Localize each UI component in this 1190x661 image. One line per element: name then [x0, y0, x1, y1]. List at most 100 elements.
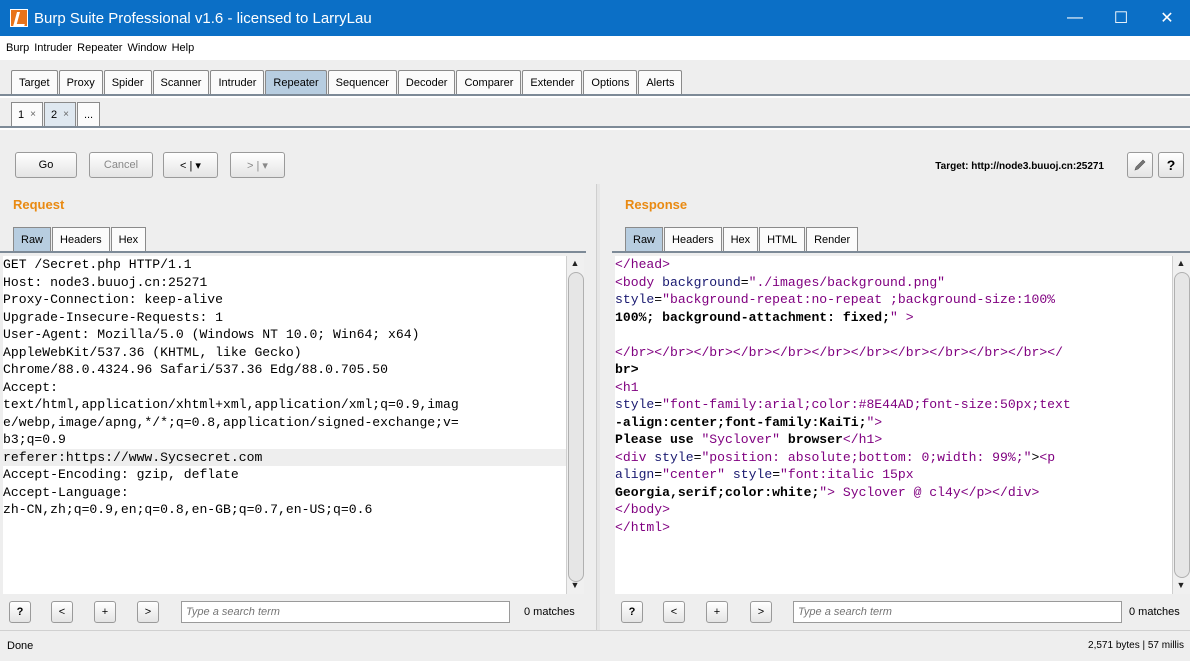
- burp-logo-icon: [10, 9, 28, 27]
- response-line: 100%; background-attachment: fixed;" >: [615, 309, 914, 325]
- response-line: [615, 326, 1172, 344]
- scroll-down-icon[interactable]: ▼: [567, 580, 583, 590]
- request-line: e/webp,image/apng,*/*;q=0.8,application/…: [3, 414, 459, 430]
- edit-target-button[interactable]: [1127, 152, 1153, 178]
- request-line: Proxy-Connection: keep-alive: [3, 292, 224, 307]
- menu-repeater[interactable]: Repeater: [77, 42, 122, 54]
- tab-comparer[interactable]: Comparer: [456, 70, 522, 94]
- close-tab-icon[interactable]: ×: [63, 109, 69, 120]
- tab-spider[interactable]: Spider: [103, 70, 152, 94]
- tab-options[interactable]: Options: [583, 70, 638, 94]
- request-search-help-button[interactable]: ?: [9, 601, 31, 623]
- menu-burp[interactable]: Burp: [6, 42, 29, 54]
- response-tab-render[interactable]: Render: [806, 227, 859, 251]
- response-line: style="font-family:arial;color:#8E44AD;f…: [615, 397, 1071, 412]
- request-line: Accept-Encoding: gzip, deflate: [3, 467, 239, 482]
- response-line: </body>: [615, 502, 671, 517]
- tab-alerts[interactable]: Alerts: [638, 70, 683, 94]
- response-scrollbar[interactable]: ▲ ▼: [1172, 256, 1190, 594]
- repeater-tab-new[interactable]: ...: [76, 102, 101, 126]
- repeater-tab-1[interactable]: 1 ×: [11, 102, 43, 126]
- response-title: Response: [625, 197, 688, 212]
- request-search-add-button[interactable]: +: [94, 601, 116, 623]
- request-line: Chrome/88.0.4324.96 Safari/537.36 Edg/88…: [3, 362, 389, 377]
- request-line: Accept-Language:: [3, 484, 129, 500]
- request-tab-hex[interactable]: Hex: [110, 227, 147, 251]
- response-line: br>: [615, 362, 639, 377]
- maximize-button[interactable]: ☐: [1098, 0, 1144, 36]
- request-tab-divider: [0, 251, 586, 253]
- request-line: User-Agent: Mozilla/5.0 (Windows NT 10.0…: [3, 327, 420, 342]
- repeater-toolbar: Go Cancel < | ▾ > | ▾ Target: http://nod…: [0, 130, 1190, 184]
- back-button[interactable]: < | ▾: [163, 152, 218, 178]
- scroll-up-icon[interactable]: ▲: [567, 258, 583, 268]
- request-line: zh-CN,zh;q=0.9,en;q=0.8,en-GB;q=0.7,en-U…: [3, 502, 373, 517]
- go-button[interactable]: Go: [15, 152, 77, 178]
- main-tabs-bar: Target Proxy Spider Scanner Intruder Repeater…: [0, 60, 1190, 96]
- response-search-add-button[interactable]: +: [706, 601, 728, 623]
- request-tab-raw[interactable]: Raw: [13, 227, 52, 251]
- response-line: </html>: [615, 519, 671, 535]
- response-line: <h1: [615, 379, 639, 395]
- menu-intruder[interactable]: Intruder: [34, 42, 72, 54]
- tab-scanner[interactable]: Scanner: [152, 70, 210, 94]
- request-line: Upgrade-Insecure-Requests: 1: [3, 309, 224, 325]
- forward-button[interactable]: > | ▾: [230, 152, 285, 178]
- request-search-input[interactable]: [181, 601, 510, 623]
- request-line: referer:https://www.Sycsecret.com: [3, 448, 566, 466]
- response-line: <body background="./images/background.pn…: [615, 274, 946, 290]
- cancel-button[interactable]: Cancel: [89, 152, 153, 178]
- request-search-next-button[interactable]: >: [137, 601, 159, 623]
- response-search-next-button[interactable]: >: [750, 601, 772, 623]
- response-line: </head>: [615, 257, 671, 272]
- tab-target[interactable]: Target: [11, 70, 58, 94]
- response-search-help-button[interactable]: ?: [621, 601, 643, 623]
- tab-extender[interactable]: Extender: [522, 70, 583, 94]
- status-bar: Done 2,571 bytes | 57 millis: [0, 630, 1190, 661]
- tab-intruder[interactable]: Intruder: [210, 70, 265, 94]
- response-editor[interactable]: </head> <body background="./images/backgr…: [615, 256, 1172, 594]
- menu-window[interactable]: Window: [127, 42, 166, 54]
- tab-sequencer[interactable]: Sequencer: [327, 70, 397, 94]
- response-search-input[interactable]: [793, 601, 1122, 623]
- request-line: text/html,application/xhtml+xml,applicat…: [3, 397, 459, 412]
- minimize-button[interactable]: —: [1052, 0, 1098, 36]
- repeater-tab-label: 1: [18, 108, 25, 121]
- request-scroll-thumb[interactable]: [568, 272, 584, 582]
- scroll-down-icon[interactable]: ▼: [1173, 580, 1189, 590]
- window-title: Burp Suite Professional v1.6 - licensed …: [34, 9, 372, 27]
- response-line: </br></br></br></br></br></br></br></br>…: [615, 344, 1063, 360]
- tab-decoder[interactable]: Decoder: [397, 70, 456, 94]
- help-button[interactable]: ?: [1158, 152, 1184, 178]
- request-matches-count: 0 matches: [524, 606, 575, 618]
- close-button[interactable]: ✕: [1144, 0, 1190, 36]
- response-scroll-thumb[interactable]: [1174, 272, 1190, 578]
- pencil-icon: [1134, 159, 1146, 171]
- title-bar: Burp Suite Professional v1.6 - licensed …: [0, 0, 1190, 36]
- response-tab-divider: [612, 251, 1190, 253]
- response-tab-headers[interactable]: Headers: [664, 227, 722, 251]
- close-tab-icon[interactable]: ×: [30, 109, 36, 120]
- request-line: AppleWebKit/537.36 (KHTML, like Gecko): [3, 344, 302, 360]
- menu-help[interactable]: Help: [172, 42, 195, 54]
- response-matches-count: 0 matches: [1129, 606, 1180, 618]
- repeater-tab-2[interactable]: 2 ×: [43, 102, 76, 126]
- request-search-prev-button[interactable]: <: [51, 601, 73, 623]
- response-line: align="center" style="font:italic 15px: [615, 467, 914, 482]
- response-line: <div style="position: absolute;bottom: 0…: [615, 449, 1056, 465]
- scroll-up-icon[interactable]: ▲: [1173, 258, 1189, 268]
- response-tab-html[interactable]: HTML: [759, 227, 806, 251]
- target-label: Target: http://node3.buuoj.cn:25271: [935, 161, 1104, 172]
- response-tab-hex[interactable]: Hex: [722, 227, 759, 251]
- request-scrollbar[interactable]: ▲ ▼: [566, 256, 584, 594]
- request-tab-headers[interactable]: Headers: [52, 227, 110, 251]
- tab-repeater[interactable]: Repeater: [265, 70, 327, 94]
- request-editor[interactable]: GET /Secret.php HTTP/1.1 Host: node3.buuo…: [3, 256, 566, 594]
- response-line: Please use "Syclover" browser</h1>: [615, 432, 883, 447]
- response-tab-raw[interactable]: Raw: [625, 227, 664, 251]
- repeater-tabs-bar: 1 × 2 × ...: [0, 98, 1190, 128]
- response-search-prev-button[interactable]: <: [663, 601, 685, 623]
- new-tab-label: ...: [83, 108, 94, 121]
- request-line: b3;q=0.9: [3, 432, 66, 447]
- tab-proxy[interactable]: Proxy: [58, 70, 103, 94]
